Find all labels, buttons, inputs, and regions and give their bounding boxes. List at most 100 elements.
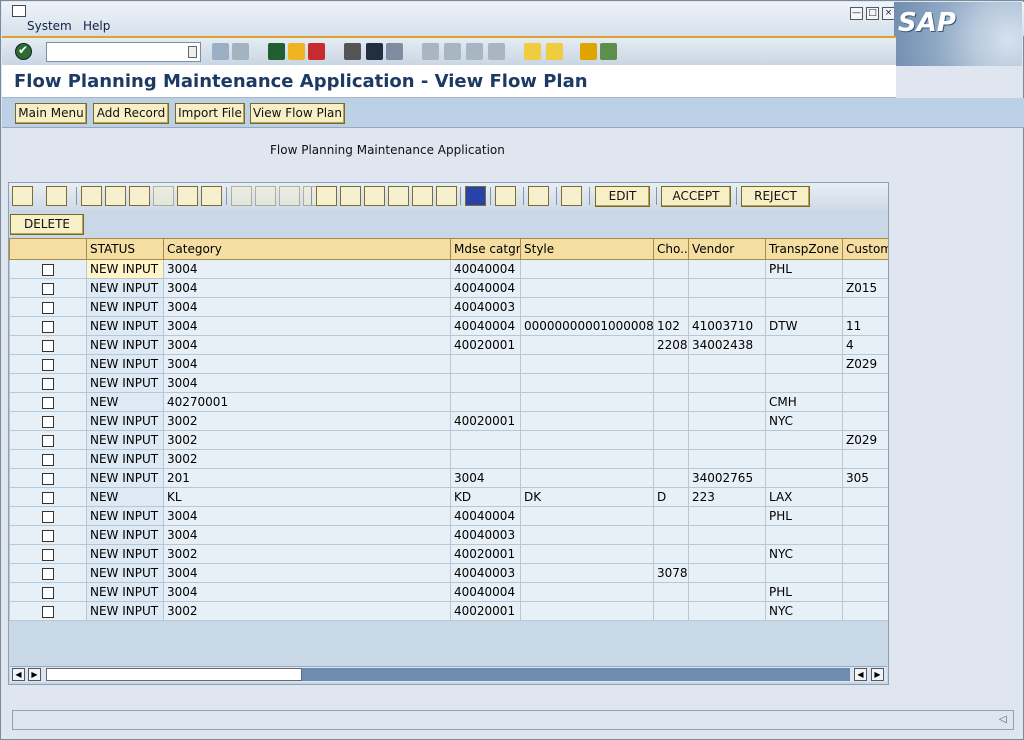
import-file-button[interactable]: Import File bbox=[175, 103, 245, 124]
table-cell[interactable]: 3004 bbox=[450, 468, 521, 488]
table-cell[interactable] bbox=[520, 506, 654, 526]
command-history-icon[interactable] bbox=[188, 46, 197, 58]
table-row[interactable]: NEW INPUT 3002 Z029 bbox=[9, 430, 888, 450]
main-menu-button[interactable]: Main Menu bbox=[15, 103, 87, 124]
table-cell[interactable]: 3004 bbox=[163, 278, 451, 298]
row-select-cell[interactable] bbox=[9, 449, 87, 469]
table-cell[interactable]: D bbox=[653, 487, 689, 507]
table-row[interactable]: NEW INPUT 3004 40020001 2208 34002438 4 bbox=[9, 335, 888, 355]
table-cell[interactable] bbox=[653, 525, 689, 545]
views-icon[interactable] bbox=[340, 186, 361, 206]
row-checkbox[interactable] bbox=[42, 605, 54, 618]
row-checkbox[interactable] bbox=[42, 282, 54, 295]
table-cell[interactable]: CMH bbox=[765, 392, 843, 412]
table-cell[interactable]: 3004 bbox=[163, 297, 451, 317]
table-cell[interactable] bbox=[520, 582, 654, 602]
table-cell[interactable]: NEW INPUT bbox=[86, 335, 164, 355]
row-select-cell[interactable] bbox=[9, 525, 87, 545]
table-cell[interactable]: DK bbox=[520, 487, 654, 507]
find-icon[interactable] bbox=[366, 43, 383, 60]
table-cell[interactable] bbox=[688, 563, 766, 583]
table-cell[interactable]: KD bbox=[450, 487, 521, 507]
details-icon[interactable] bbox=[12, 186, 33, 206]
table-cell[interactable]: 3004 bbox=[163, 259, 451, 279]
row-checkbox[interactable] bbox=[42, 415, 54, 428]
row-select-cell[interactable] bbox=[9, 354, 87, 374]
table-cell[interactable]: 102 bbox=[653, 316, 689, 336]
column-header-vendor[interactable]: Vendor bbox=[688, 238, 766, 260]
sort-ascending-icon[interactable] bbox=[81, 186, 102, 206]
exit-icon[interactable] bbox=[288, 43, 305, 60]
table-cell[interactable] bbox=[520, 297, 654, 317]
table-cell[interactable] bbox=[842, 392, 888, 412]
menu-app-icon[interactable] bbox=[12, 5, 26, 17]
row-checkbox[interactable] bbox=[42, 320, 54, 333]
table-cell[interactable]: KL bbox=[163, 487, 451, 507]
save-layout-icon[interactable] bbox=[561, 186, 582, 206]
find-next-icon[interactable] bbox=[386, 43, 403, 60]
table-cell[interactable] bbox=[842, 601, 888, 621]
new-session-icon[interactable] bbox=[524, 43, 541, 60]
table-cell[interactable]: NEW INPUT bbox=[86, 316, 164, 336]
table-cell[interactable]: 000000000010000088 bbox=[520, 316, 654, 336]
row-select-cell[interactable] bbox=[9, 259, 87, 279]
back-icon[interactable] bbox=[268, 43, 285, 60]
table-cell[interactable] bbox=[688, 278, 766, 298]
table-cell[interactable] bbox=[688, 411, 766, 431]
column-header-status[interactable]: STATUS bbox=[86, 238, 164, 260]
row-select-cell[interactable] bbox=[9, 411, 87, 431]
table-cell[interactable] bbox=[765, 335, 843, 355]
info-icon[interactable] bbox=[465, 186, 486, 206]
filter-icon[interactable] bbox=[105, 186, 126, 206]
table-cell[interactable] bbox=[842, 563, 888, 583]
table-cell[interactable]: Z029 bbox=[842, 354, 888, 374]
table-cell[interactable]: NEW INPUT bbox=[86, 544, 164, 564]
table-cell[interactable]: 40020001 bbox=[450, 601, 521, 621]
row-checkbox[interactable] bbox=[42, 453, 54, 466]
table-cell[interactable]: 3004 bbox=[163, 354, 451, 374]
total-icon[interactable] bbox=[231, 186, 252, 206]
table-cell[interactable]: 40040004 bbox=[450, 506, 521, 526]
table-cell[interactable] bbox=[653, 411, 689, 431]
table-cell[interactable] bbox=[520, 392, 654, 412]
layout-menu-icon[interactable] bbox=[600, 43, 617, 60]
row-checkbox[interactable] bbox=[42, 377, 54, 390]
table-cell[interactable] bbox=[520, 468, 654, 488]
column-header-custom[interactable]: Custom bbox=[842, 238, 888, 260]
table-cell[interactable]: Z029 bbox=[842, 430, 888, 450]
table-cell[interactable]: NEW INPUT bbox=[86, 373, 164, 393]
table-cell[interactable]: 40040003 bbox=[450, 297, 521, 317]
table-cell[interactable]: 3002 bbox=[163, 544, 451, 564]
table-cell[interactable] bbox=[688, 582, 766, 602]
delete-button[interactable]: DELETE bbox=[10, 214, 84, 235]
table-row[interactable]: NEW INPUT 3004 40040003 3078 bbox=[9, 563, 888, 583]
table-cell[interactable] bbox=[653, 259, 689, 279]
table-row[interactable]: NEW INPUT 3002 40020001 NYC bbox=[9, 544, 888, 564]
row-select-cell[interactable] bbox=[9, 601, 87, 621]
row-checkbox[interactable] bbox=[42, 339, 54, 352]
table-cell[interactable] bbox=[688, 525, 766, 545]
table-cell[interactable] bbox=[842, 487, 888, 507]
table-cell[interactable]: LAX bbox=[765, 487, 843, 507]
table-cell[interactable]: NEW INPUT bbox=[86, 354, 164, 374]
row-checkbox[interactable] bbox=[42, 548, 54, 561]
table-cell[interactable]: NYC bbox=[765, 544, 843, 564]
table-cell[interactable]: 41003710 bbox=[688, 316, 766, 336]
table-cell[interactable] bbox=[765, 278, 843, 298]
table-cell[interactable]: PHL bbox=[765, 582, 843, 602]
row-select-cell[interactable] bbox=[9, 506, 87, 526]
table-cell[interactable]: NEW INPUT bbox=[86, 430, 164, 450]
table-row[interactable]: NEW INPUT 3002 40020001 NYC bbox=[9, 601, 888, 621]
table-cell[interactable] bbox=[842, 259, 888, 279]
table-row[interactable]: NEW KL KD DK D 223 LAX bbox=[9, 487, 888, 507]
table-cell[interactable] bbox=[450, 354, 521, 374]
last-page-icon[interactable] bbox=[488, 43, 505, 60]
row-checkbox[interactable] bbox=[42, 586, 54, 599]
edit-button[interactable]: EDIT bbox=[595, 186, 650, 207]
table-cell[interactable] bbox=[765, 373, 843, 393]
table-cell[interactable]: 34002765 bbox=[688, 468, 766, 488]
print-icon[interactable] bbox=[344, 43, 361, 60]
table-cell[interactable] bbox=[520, 278, 654, 298]
row-select-cell[interactable] bbox=[9, 297, 87, 317]
menu-system[interactable]: System bbox=[27, 19, 72, 33]
